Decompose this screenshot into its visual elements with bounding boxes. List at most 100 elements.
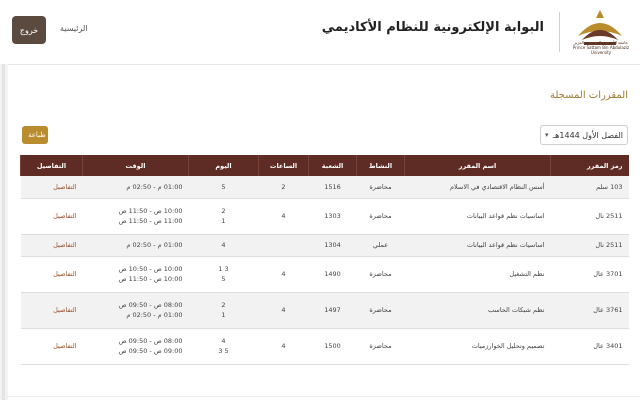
day-line: 1 bbox=[221, 311, 226, 319]
day-line: 5 bbox=[221, 275, 226, 283]
time-line: 10:00 ص - 10:50 ص bbox=[118, 265, 183, 273]
course-code: 3761 عال bbox=[550, 292, 629, 329]
course-code: 103 سلم bbox=[550, 176, 629, 199]
day-line: 1 bbox=[221, 217, 226, 225]
column-header-details: التفاصيل bbox=[20, 155, 83, 176]
details-cell: التفاصيل bbox=[20, 176, 83, 199]
course-times: 01:00 م - 02:50 م bbox=[82, 176, 189, 199]
column-header-hours: الساعات bbox=[258, 155, 309, 176]
course-activity: محاضرة bbox=[356, 256, 405, 293]
column-header-day: اليوم bbox=[188, 155, 259, 176]
course-name: تصميم وتحليل الخوارزميات bbox=[404, 328, 551, 365]
day-line: 3 1 bbox=[218, 265, 229, 273]
course-section: 1303 bbox=[308, 198, 357, 235]
day-line: 5 3 bbox=[218, 347, 229, 355]
course-days: 5 bbox=[188, 176, 259, 199]
column-header-section: الشعبة bbox=[308, 155, 357, 176]
course-times: 10:00 ص - 10:50 ص 10:00 ص - 11:50 ص bbox=[82, 256, 189, 293]
time-line: 01:00 م - 02:50 م bbox=[126, 311, 183, 319]
column-header-name: اسم المقرر bbox=[404, 155, 551, 176]
course-days: 2 1 bbox=[188, 292, 259, 329]
course-code: 3401 عال bbox=[550, 328, 629, 365]
details-cell: التفاصيل bbox=[20, 198, 83, 235]
course-section: 1516 bbox=[308, 176, 357, 199]
course-times: 01:00 م - 02:50 م bbox=[82, 234, 189, 257]
time-line: 01:00 م - 02:50 م bbox=[126, 241, 183, 249]
portal-title: البوابة الإلكترونية للنظام الأكاديمي bbox=[321, 20, 544, 35]
course-times: 08:00 ص - 09:50 ص 01:00 م - 02:50 م bbox=[82, 292, 189, 329]
time-line: 01:00 م - 02:50 م bbox=[126, 182, 183, 191]
details-link[interactable]: التفاصيل bbox=[53, 212, 76, 220]
details-link[interactable]: التفاصيل bbox=[53, 183, 76, 191]
course-code: 2511 نال bbox=[550, 234, 629, 257]
details-cell: التفاصيل bbox=[20, 328, 83, 365]
time-line: 10:00 ص - 11:50 ص bbox=[118, 275, 183, 283]
table-row: 2511 نال اساسيات نظم قواعد البيانات محاض… bbox=[20, 198, 629, 235]
course-section: 1490 bbox=[308, 256, 357, 293]
course-hours: 4 bbox=[258, 198, 309, 235]
course-hours: 4 bbox=[258, 328, 309, 365]
course-hours: 4 bbox=[258, 292, 309, 329]
left-scroll-thumb[interactable] bbox=[2, 64, 5, 400]
course-hours bbox=[258, 234, 309, 257]
column-header-activity: النشاط bbox=[356, 155, 405, 176]
logout-button[interactable]: خروج bbox=[12, 16, 46, 44]
top-header: جامعة الأمير سطام بن عبدالعزيز Prince Sa… bbox=[0, 0, 640, 65]
day-line: 2 bbox=[221, 207, 226, 215]
university-name-en: Prince Sattam Bin Abdulaziz University bbox=[572, 45, 630, 55]
time-line: 09:00 ص - 09:50 ص bbox=[118, 347, 183, 355]
time-line: 10:00 ص - 11:50 ص bbox=[118, 207, 183, 215]
table-row: 103 سلم أسس النظام الاقتصادي في الاسلام … bbox=[20, 176, 629, 199]
details-link[interactable]: التفاصيل bbox=[53, 270, 76, 278]
day-line: 4 bbox=[221, 337, 226, 345]
home-link[interactable]: الرئيسية bbox=[60, 24, 88, 33]
course-name: نظم شبكات الحاسب bbox=[404, 292, 551, 329]
table-row: 3401 عال تصميم وتحليل الخوارزميات محاضرة… bbox=[20, 328, 629, 365]
course-days: 4 bbox=[188, 234, 259, 257]
time-line: 08:00 ص - 09:50 ص bbox=[118, 337, 183, 345]
course-hours: 2 bbox=[258, 176, 309, 199]
course-activity: محاضرة bbox=[356, 292, 405, 329]
course-days: 4 5 3 bbox=[188, 328, 259, 365]
course-code: 3701 عال bbox=[550, 256, 629, 293]
course-activity: عملي bbox=[356, 234, 405, 257]
column-header-time: الوقت bbox=[82, 155, 189, 176]
course-hours: 4 bbox=[258, 256, 309, 293]
course-name: اساسيات نظم قواعد البيانات bbox=[404, 198, 551, 235]
day-line: 2 bbox=[221, 301, 226, 309]
course-days: 2 1 bbox=[188, 198, 259, 235]
course-section: 1497 bbox=[308, 292, 357, 329]
details-cell: التفاصيل bbox=[20, 234, 83, 257]
logo-caption: جامعة الأمير سطام بن عبدالعزيز Prince Sa… bbox=[568, 40, 634, 55]
details-link[interactable]: التفاصيل bbox=[53, 241, 76, 249]
course-section: 1500 bbox=[308, 328, 357, 365]
chevron-down-icon: ▾ bbox=[545, 131, 549, 139]
table-row: 2511 نال اساسيات نظم قواعد البيانات عملي… bbox=[20, 234, 629, 257]
table-header-row: رمز المقرر اسم المقرر النشاط الشعبة السا… bbox=[20, 155, 629, 176]
details-cell: التفاصيل bbox=[20, 256, 83, 293]
day-line: 5 bbox=[221, 182, 226, 191]
courses-table: رمز المقرر اسم المقرر النشاط الشعبة السا… bbox=[20, 155, 629, 365]
bottom-divider bbox=[0, 396, 640, 397]
course-days: 3 1 5 bbox=[188, 256, 259, 293]
course-code: 2511 نال bbox=[550, 198, 629, 235]
course-name: أسس النظام الاقتصادي في الاسلام bbox=[404, 176, 551, 199]
course-name: نظم التشغيل bbox=[404, 256, 551, 293]
semester-select[interactable]: الفصل الأول 1444هـ ▾ bbox=[540, 125, 628, 145]
column-header-code: رمز المقرر bbox=[550, 155, 629, 176]
print-button[interactable]: طباعة bbox=[22, 126, 48, 144]
course-activity: محاضرة bbox=[356, 176, 405, 199]
details-link[interactable]: التفاصيل bbox=[53, 306, 76, 314]
course-section: 1304 bbox=[308, 234, 357, 257]
course-activity: محاضرة bbox=[356, 198, 405, 235]
time-line: 11:00 ص - 11:50 ص bbox=[118, 217, 183, 225]
table-row: 3701 عال نظم التشغيل محاضرة 1490 4 3 1 5… bbox=[20, 256, 629, 293]
course-times: 08:00 ص - 09:50 ص 09:00 ص - 09:50 ص bbox=[82, 328, 189, 365]
details-cell: التفاصيل bbox=[20, 292, 83, 329]
table-row: 3761 عال نظم شبكات الحاسب محاضرة 1497 4 … bbox=[20, 292, 629, 329]
course-name: اساسيات نظم قواعد البيانات bbox=[404, 234, 551, 257]
details-link[interactable]: التفاصيل bbox=[53, 342, 76, 350]
course-times: 10:00 ص - 11:50 ص 11:00 ص - 11:50 ص bbox=[82, 198, 189, 235]
registered-courses-title: المقررات المسجلة bbox=[549, 90, 628, 101]
time-line: 08:00 ص - 09:50 ص bbox=[118, 301, 183, 309]
